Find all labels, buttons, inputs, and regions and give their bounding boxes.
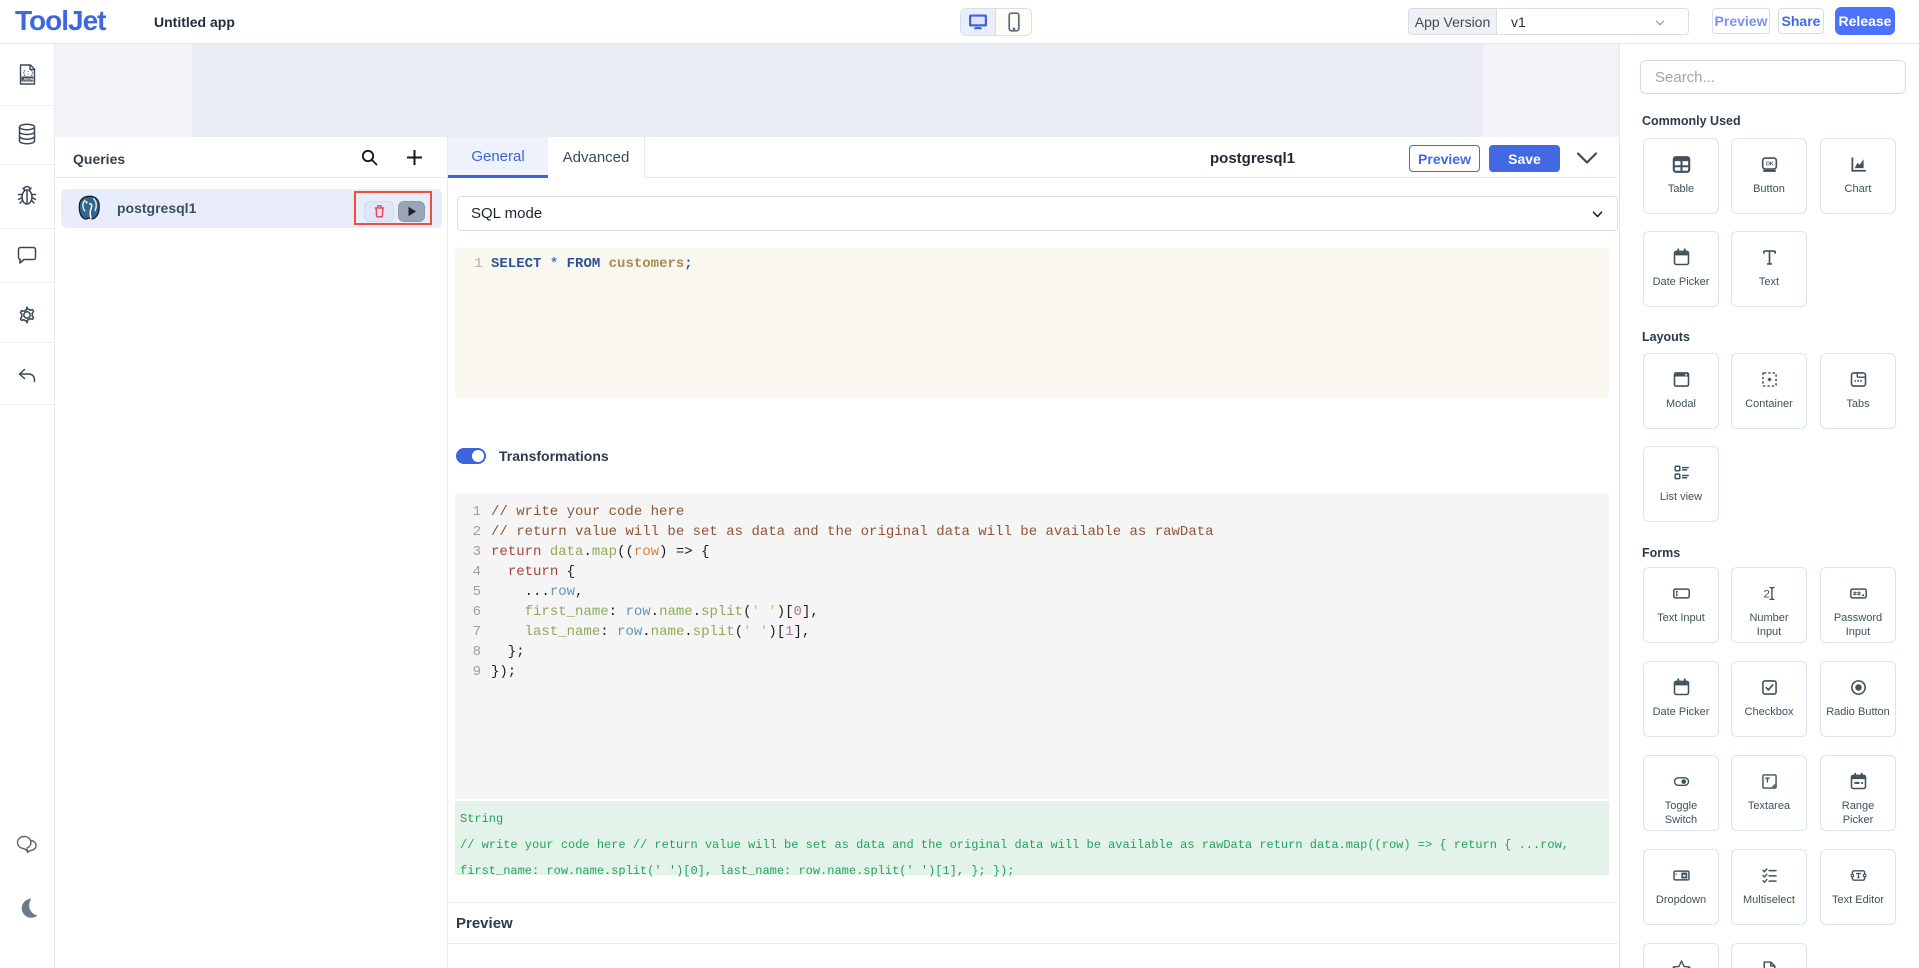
svg-text:2: 2 — [1763, 588, 1769, 600]
svg-text:JSON: JSON — [22, 77, 33, 82]
svg-text:OK: OK — [1765, 161, 1773, 167]
svg-text:{:}: {:} — [22, 70, 34, 77]
